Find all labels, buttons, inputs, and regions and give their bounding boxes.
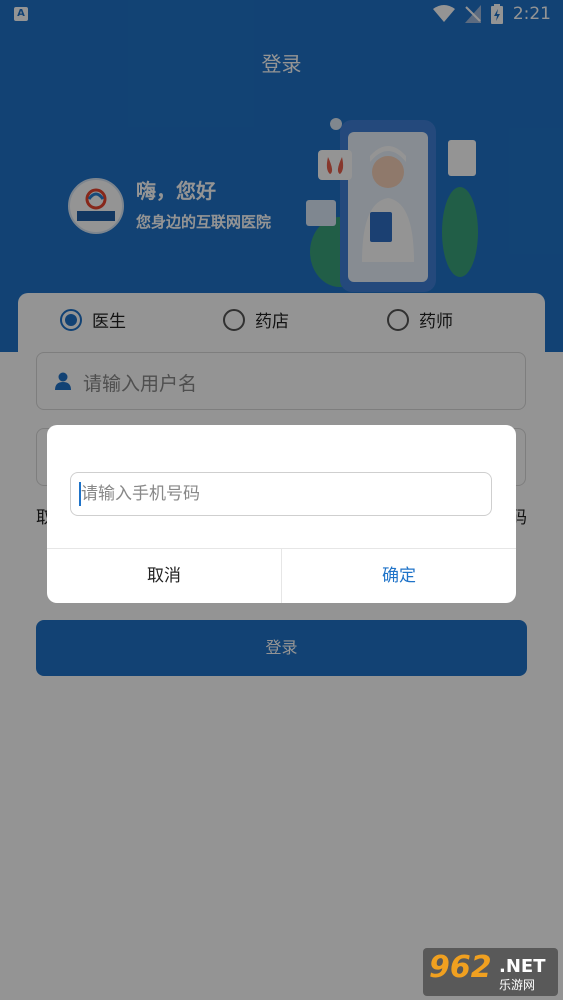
cancel-button[interactable]: 取消 [47, 549, 281, 603]
confirm-button[interactable]: 确定 [282, 549, 516, 603]
phone-input[interactable] [70, 472, 492, 516]
watermark-number: 962 [429, 950, 492, 985]
site-watermark: 962 .NET 乐游网 [423, 948, 558, 996]
watermark-cn: 乐游网 [499, 978, 536, 992]
text-cursor [79, 482, 81, 506]
phone-dialog: 取消 确定 [47, 425, 516, 603]
login-page: A 2:21 登录 嗨，您好 您身边的互联网医院 医生 药店 药师 请输入用户名… [0, 0, 563, 1000]
watermark-net: .NET [499, 956, 546, 977]
